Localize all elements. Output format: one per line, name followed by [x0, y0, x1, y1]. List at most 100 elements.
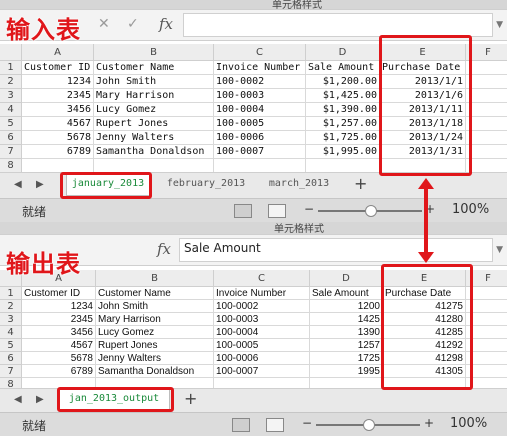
- data-cell[interactable]: 1234: [22, 75, 94, 89]
- data-cell[interactable]: 1725: [310, 352, 383, 365]
- data-cell[interactable]: 5678: [22, 352, 96, 365]
- data-cell[interactable]: 1425: [310, 313, 383, 326]
- column-header-b[interactable]: B: [94, 44, 214, 61]
- column-header-a[interactable]: A: [22, 44, 94, 61]
- empty-cell[interactable]: [466, 103, 507, 117]
- row-header-6[interactable]: 6: [0, 131, 22, 145]
- data-cell[interactable]: 100-0007: [214, 365, 310, 378]
- data-cell[interactable]: $1,390.00: [306, 103, 380, 117]
- empty-cell[interactable]: [466, 117, 507, 131]
- row-header-3[interactable]: 3: [0, 313, 22, 326]
- close-icon[interactable]: ✕: [98, 16, 110, 32]
- row-header-5[interactable]: 5: [0, 339, 22, 352]
- tab-february-2013[interactable]: february_2013: [162, 173, 250, 195]
- empty-cell[interactable]: [306, 159, 380, 173]
- empty-cell[interactable]: [214, 159, 306, 173]
- header-cell[interactable]: Customer Name: [96, 287, 214, 300]
- data-cell[interactable]: Lucy Gomez: [96, 326, 214, 339]
- formula-input[interactable]: [183, 13, 493, 37]
- data-cell[interactable]: 100-0004: [214, 326, 310, 339]
- data-cell[interactable]: 100-0006: [214, 131, 306, 145]
- tab-march-2013[interactable]: march_2013: [262, 173, 336, 195]
- column-header-f[interactable]: F: [466, 44, 507, 61]
- row-header-5[interactable]: 5: [0, 117, 22, 131]
- data-cell[interactable]: Mary Harrison: [94, 89, 214, 103]
- data-cell[interactable]: Jenny Walters: [96, 352, 214, 365]
- data-cell[interactable]: $1,725.00: [306, 131, 380, 145]
- data-cell[interactable]: Rupert Jones: [94, 117, 214, 131]
- data-cell[interactable]: Mary Harrison: [96, 313, 214, 326]
- data-cell[interactable]: 6789: [22, 145, 94, 159]
- data-cell[interactable]: 1200: [310, 300, 383, 313]
- header-cell[interactable]: Customer ID: [22, 61, 94, 75]
- data-cell[interactable]: 3456: [22, 326, 96, 339]
- row-header-2[interactable]: 2: [0, 300, 22, 313]
- data-cell[interactable]: 100-0004: [214, 103, 306, 117]
- row-header-4[interactable]: 4: [0, 326, 22, 339]
- data-cell[interactable]: 2345: [22, 313, 96, 326]
- chevron-down-icon[interactable]: ▼: [496, 245, 503, 255]
- data-cell[interactable]: 100-0003: [214, 313, 310, 326]
- data-cell[interactable]: $1,995.00: [306, 145, 380, 159]
- header-cell[interactable]: Invoice Number: [214, 61, 306, 75]
- data-cell[interactable]: Rupert Jones: [96, 339, 214, 352]
- add-sheet-button[interactable]: +: [354, 174, 367, 193]
- empty-cell[interactable]: [94, 159, 214, 173]
- column-header-d[interactable]: D: [306, 44, 380, 61]
- empty-cell[interactable]: [466, 75, 507, 89]
- data-cell[interactable]: Samantha Donaldson: [96, 365, 214, 378]
- next-sheet-icon[interactable]: ▶: [36, 179, 44, 190]
- header-cell[interactable]: Invoice Number: [214, 287, 310, 300]
- column-header-c[interactable]: C: [214, 44, 306, 61]
- empty-cell[interactable]: [466, 145, 507, 159]
- row-header-2[interactable]: 2: [0, 75, 22, 89]
- normal-view-button[interactable]: [232, 418, 250, 432]
- row-header-4[interactable]: 4: [0, 103, 22, 117]
- chevron-down-icon[interactable]: ▼: [496, 20, 503, 30]
- header-cell[interactable]: Sale Amount: [310, 287, 383, 300]
- column-header-b[interactable]: B: [96, 270, 214, 287]
- data-cell[interactable]: 1390: [310, 326, 383, 339]
- data-cell[interactable]: Samantha Donaldson: [94, 145, 214, 159]
- data-cell[interactable]: 6789: [22, 365, 96, 378]
- page-layout-button[interactable]: [266, 418, 284, 432]
- function-icon[interactable]: fx: [157, 240, 171, 258]
- empty-cell[interactable]: [466, 61, 507, 75]
- select-all-corner[interactable]: [0, 44, 22, 61]
- data-cell[interactable]: 100-0006: [214, 352, 310, 365]
- row-header-7[interactable]: 7: [0, 145, 22, 159]
- row-header-8[interactable]: 8: [0, 159, 22, 173]
- data-cell[interactable]: 4567: [22, 117, 94, 131]
- row-header-1[interactable]: 1: [0, 61, 22, 75]
- data-cell[interactable]: 3456: [22, 103, 94, 117]
- zoom-slider-knob[interactable]: [365, 205, 377, 217]
- data-cell[interactable]: 100-0002: [214, 75, 306, 89]
- data-cell[interactable]: 100-0005: [214, 339, 310, 352]
- data-cell[interactable]: John Smith: [96, 300, 214, 313]
- page-layout-button[interactable]: [268, 204, 286, 218]
- header-cell[interactable]: Customer Name: [94, 61, 214, 75]
- check-icon[interactable]: ✓: [127, 16, 139, 32]
- data-cell[interactable]: Jenny Walters: [94, 131, 214, 145]
- zoom-in-button[interactable]: +: [424, 416, 434, 430]
- add-sheet-button[interactable]: +: [184, 389, 197, 408]
- empty-cell[interactable]: [22, 159, 94, 173]
- data-cell[interactable]: $1,200.00: [306, 75, 380, 89]
- row-header-1[interactable]: 1: [0, 287, 22, 300]
- zoom-slider-knob[interactable]: [363, 419, 375, 431]
- row-header-3[interactable]: 3: [0, 89, 22, 103]
- data-cell[interactable]: $1,257.00: [306, 117, 380, 131]
- function-icon[interactable]: fx: [159, 15, 173, 33]
- empty-cell[interactable]: [466, 89, 507, 103]
- empty-cell[interactable]: [466, 131, 507, 145]
- data-cell[interactable]: 1234: [22, 300, 96, 313]
- row-header-7[interactable]: 7: [0, 365, 22, 378]
- header-cell[interactable]: Customer ID: [22, 287, 96, 300]
- data-cell[interactable]: 100-0003: [214, 89, 306, 103]
- data-cell[interactable]: Lucy Gomez: [94, 103, 214, 117]
- data-cell[interactable]: 5678: [22, 131, 94, 145]
- data-cell[interactable]: 100-0005: [214, 117, 306, 131]
- empty-cell[interactable]: [466, 159, 507, 173]
- formula-input[interactable]: Sale Amount: [179, 238, 493, 262]
- header-cell[interactable]: Sale Amount: [306, 61, 380, 75]
